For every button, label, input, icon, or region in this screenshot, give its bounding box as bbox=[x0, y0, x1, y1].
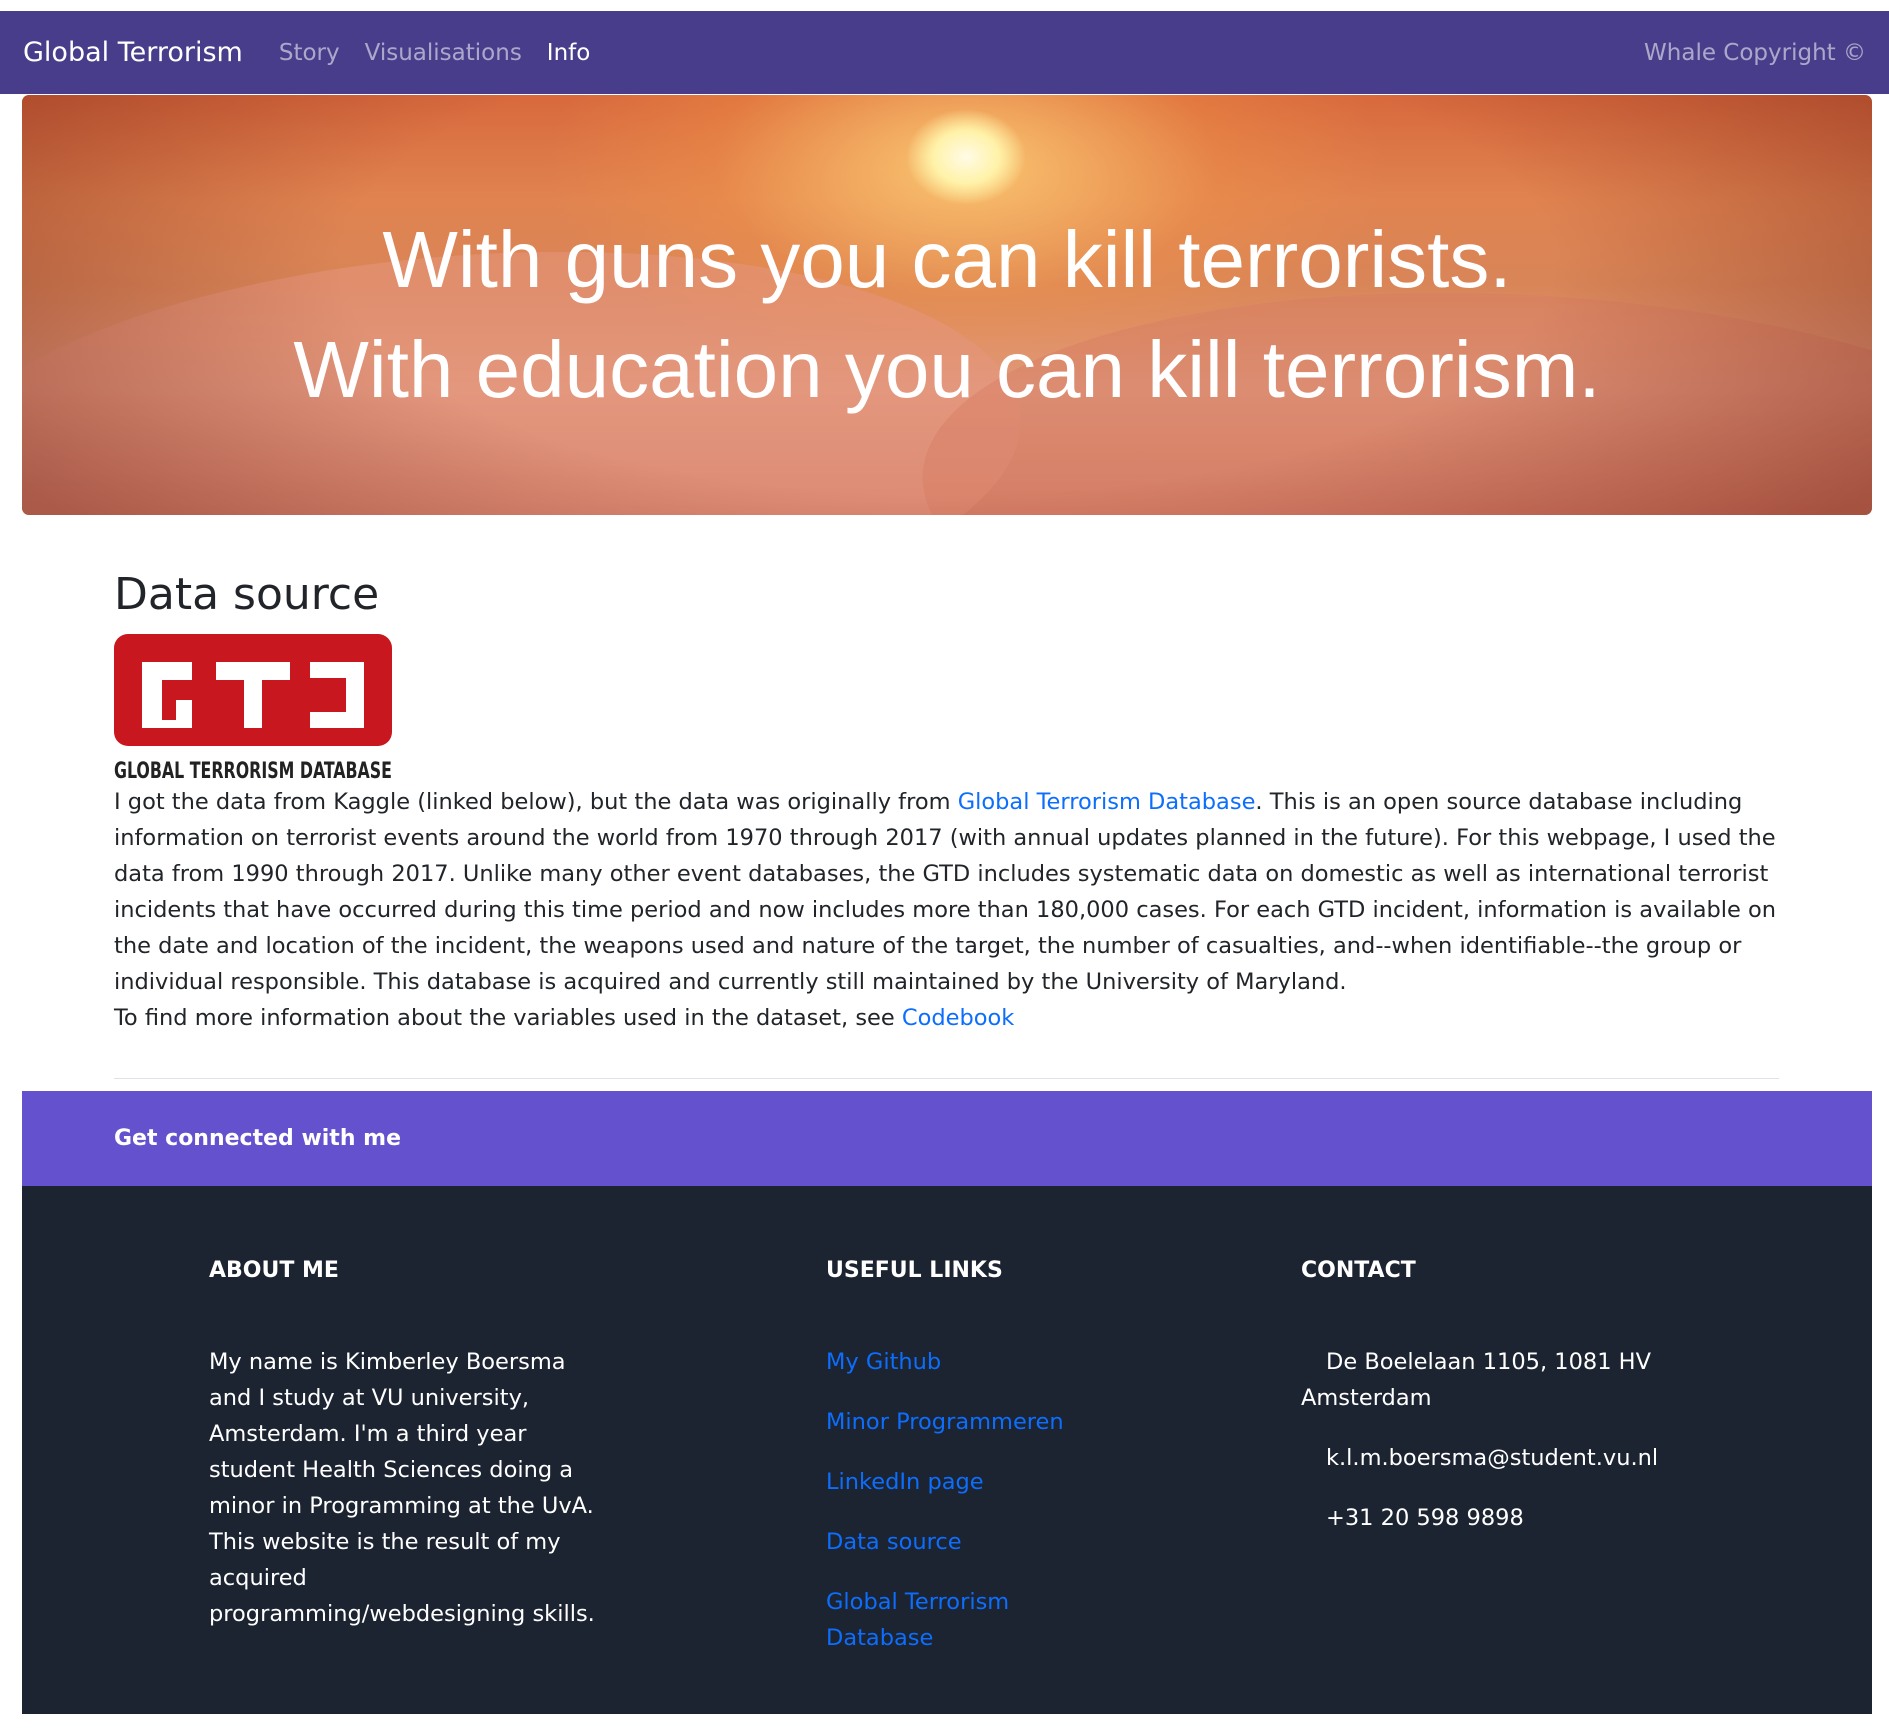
footer-link-minor-programmeren[interactable]: Minor Programmeren bbox=[826, 1404, 1086, 1440]
gtd-logo: GLOBAL TERRORISM DATABASE bbox=[114, 634, 392, 784]
footer-links-heading: Useful links bbox=[826, 1258, 1003, 1283]
contact-email: k.l.m.boersma@student.vu.nl bbox=[1301, 1440, 1681, 1476]
gtd-logo-text: GLOBAL TERRORISM DATABASE bbox=[114, 759, 392, 784]
paragraph-text: . This is an open source database includ… bbox=[114, 789, 1777, 995]
footer-link-data-source[interactable]: Data source bbox=[826, 1524, 1086, 1560]
footer-about-text: My name is Kimberley Boersma and I study… bbox=[209, 1349, 595, 1627]
navbar-brand[interactable]: Global Terrorism bbox=[23, 37, 243, 68]
data-source-section: Data source GLOBAL TERRORISM DATABASE I … bbox=[114, 560, 1779, 1036]
contact-email-text: k.l.m.boersma@student.vu.nl bbox=[1326, 1445, 1659, 1471]
footer-contact-column: Contact De Boelelaan 1105, 1081 HV Amste… bbox=[1301, 1256, 1681, 1560]
site-footer: About me My name is Kimberley Boersma an… bbox=[22, 1186, 1872, 1714]
paragraph-text: To find more information about the varia… bbox=[114, 1005, 902, 1031]
nav-link-visualisations[interactable]: Visualisations bbox=[365, 40, 522, 66]
hero-quote-line-2: With education you can kill terrorism. bbox=[293, 325, 1601, 414]
footer-about-heading: About me bbox=[209, 1258, 339, 1283]
paragraph-text: I got the data from Kaggle (linked below… bbox=[114, 789, 958, 815]
section-divider bbox=[114, 1078, 1779, 1079]
footer-link-github[interactable]: My Github bbox=[826, 1344, 1086, 1380]
footer-link-gtd[interactable]: Global Terrorism Database bbox=[826, 1584, 1026, 1656]
footer-links-column: Useful links My Github Minor Programmere… bbox=[826, 1256, 1086, 1680]
nav-link-info[interactable]: Info bbox=[547, 40, 591, 66]
data-source-paragraph: I got the data from Kaggle (linked below… bbox=[114, 784, 1779, 1000]
connect-bar: Get connected with me bbox=[22, 1091, 1872, 1186]
footer-about-column: About me My name is Kimberley Boersma an… bbox=[209, 1256, 609, 1632]
contact-address: De Boelelaan 1105, 1081 HV Amsterdam bbox=[1301, 1344, 1681, 1416]
codebook-paragraph: To find more information about the varia… bbox=[114, 1000, 1779, 1036]
footer-contact-list: De Boelelaan 1105, 1081 HV Amsterdam k.l… bbox=[1301, 1344, 1681, 1536]
footer-links-list: My Github Minor Programmeren LinkedIn pa… bbox=[826, 1344, 1086, 1656]
nav-link-story[interactable]: Story bbox=[279, 40, 340, 66]
copyright-text: Whale Copyright © bbox=[1644, 39, 1866, 66]
contact-phone-text: +31 20 598 9898 bbox=[1326, 1505, 1524, 1531]
codebook-link[interactable]: Codebook bbox=[902, 1005, 1014, 1031]
top-navbar: Global Terrorism Story Visualisations In… bbox=[0, 11, 1889, 94]
hero-banner: With guns you can kill terrorists. With … bbox=[22, 95, 1872, 515]
contact-phone: +31 20 598 9898 bbox=[1301, 1500, 1681, 1536]
section-title: Data source bbox=[114, 569, 380, 620]
footer-link-linkedin[interactable]: LinkedIn page bbox=[826, 1464, 1086, 1500]
footer-contact-heading: Contact bbox=[1301, 1258, 1416, 1283]
connect-label: Get connected with me bbox=[114, 1126, 401, 1151]
hero-quote-line-1: With guns you can kill terrorists. bbox=[382, 215, 1512, 304]
gtd-link[interactable]: Global Terrorism Database bbox=[958, 789, 1256, 815]
contact-address-text: De Boelelaan 1105, 1081 HV Amsterdam bbox=[1301, 1349, 1651, 1411]
hero-quote: With guns you can kill terrorists. With … bbox=[22, 205, 1872, 425]
